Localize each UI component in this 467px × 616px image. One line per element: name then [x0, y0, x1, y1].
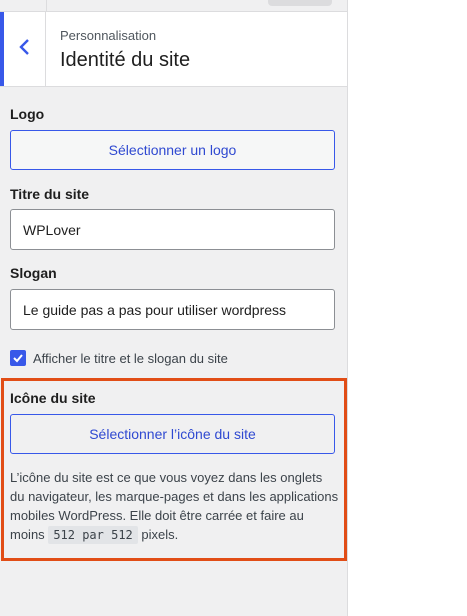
- tagline-value: Le guide pas a pas pour utiliser wordpre…: [23, 301, 287, 318]
- select-logo-button[interactable]: Sélectionner un logo: [10, 130, 335, 170]
- back-button[interactable]: [0, 12, 46, 86]
- breadcrumb: Personnalisation: [60, 28, 157, 43]
- checkmark-icon: [13, 354, 23, 363]
- chevron-left-icon: [18, 38, 32, 61]
- customizer-panel: Personnalisation Identité du site Logo S…: [0, 0, 348, 616]
- description-suffix: pixels.: [141, 527, 179, 542]
- section-header: Personnalisation Identité du site: [0, 12, 347, 87]
- site-title-value: WPLover: [23, 221, 81, 238]
- tagline-label: Slogan: [10, 265, 57, 281]
- toolbar-button[interactable]: [268, 0, 332, 6]
- tagline-input[interactable]: Le guide pas a pas pour utiliser wordpre…: [10, 289, 335, 330]
- site-title-input[interactable]: WPLover: [10, 209, 335, 250]
- display-title-label: Afficher le titre et le slogan du site: [33, 350, 228, 366]
- display-title-checkbox[interactable]: [10, 350, 26, 366]
- size-code: 512 par 512: [48, 526, 138, 544]
- site-icon-description: L’icône du site est ce que vous voyez da…: [10, 468, 340, 545]
- site-icon-label: Icône du site: [10, 390, 96, 406]
- select-site-icon-button[interactable]: Sélectionner l’icône du site: [10, 414, 335, 454]
- toolbar-divider: [46, 0, 47, 12]
- logo-label: Logo: [10, 106, 45, 122]
- site-title-label: Titre du site: [10, 186, 90, 202]
- display-title-option: Afficher le titre et le slogan du site: [10, 349, 228, 367]
- page-title: Identité du site: [60, 49, 191, 71]
- top-toolbar: [0, 0, 347, 12]
